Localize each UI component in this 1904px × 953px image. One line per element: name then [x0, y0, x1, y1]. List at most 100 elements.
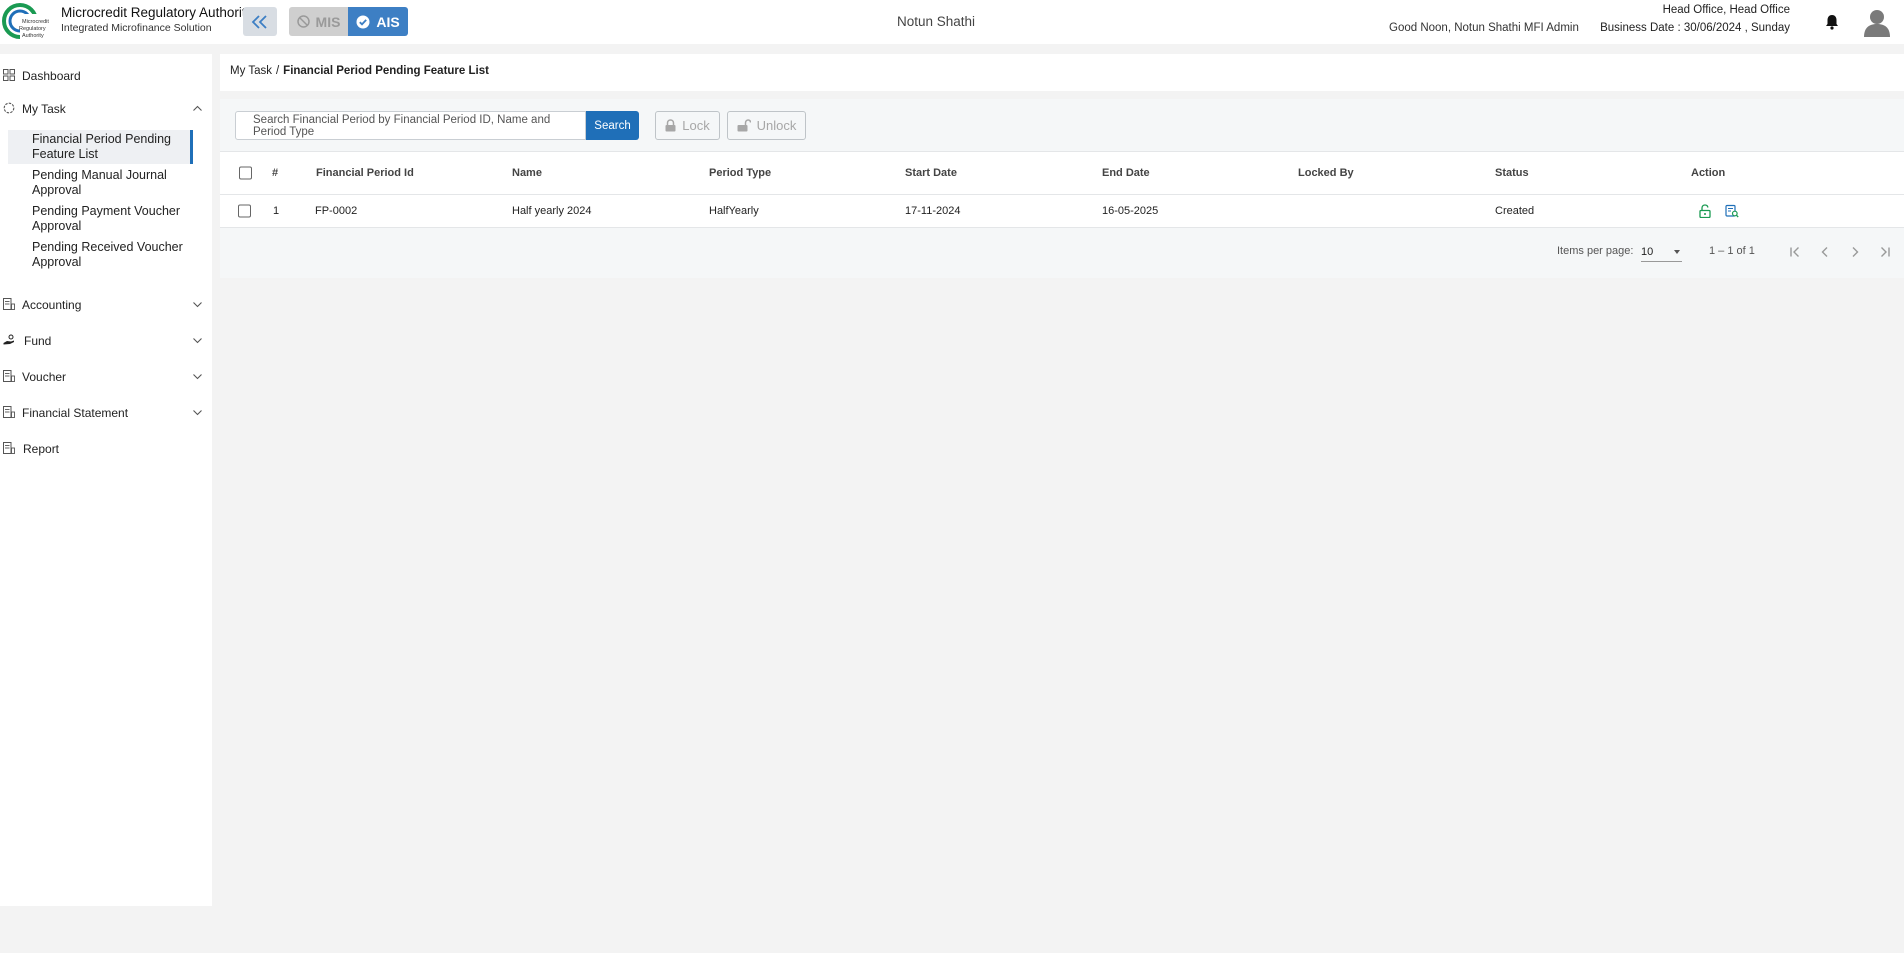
dropdown-caret-icon — [1674, 250, 1680, 254]
table-row[interactable]: 1 FP-0002 Half yearly 2024 HalfYearly 17… — [220, 195, 1904, 228]
sidebar-item-voucher[interactable]: Voucher — [0, 366, 212, 388]
sidebar-subitem-pending-manual-journal[interactable]: Pending Manual Journal Approval — [8, 168, 193, 197]
breadcrumb-bar: My Task / Financial Period Pending Feature… — [220, 54, 1904, 91]
mode-ais-button[interactable]: AIS — [348, 7, 408, 36]
column-header-period-type[interactable]: Period Type — [709, 167, 771, 179]
brand-subtitle: Integrated Microfinance Solution — [61, 22, 212, 34]
unlock-icon — [737, 119, 751, 132]
breadcrumb-current: Financial Period Pending Feature List — [283, 65, 489, 77]
sidebar: Dashboard My Task Financial Period Pendi… — [0, 54, 212, 906]
hand-coin-icon — [3, 334, 14, 345]
row-checkbox[interactable] — [238, 204, 251, 218]
column-header-action: Action — [1691, 167, 1726, 179]
report-icon — [3, 442, 15, 454]
unlock-label: Unlock — [756, 118, 797, 133]
chevron-down-icon — [193, 410, 202, 416]
select-all-checkbox[interactable] — [239, 166, 252, 180]
collapse-sidebar-button[interactable] — [243, 7, 277, 36]
mra-logo: Microcredit Regulatory Authority — [2, 3, 56, 40]
user-avatar-icon[interactable] — [1862, 7, 1892, 37]
chevron-up-icon — [193, 105, 202, 111]
check-circle-icon — [356, 15, 370, 28]
app-header: Microcredit Regulatory Authority Microcr… — [0, 0, 1904, 44]
lock-button[interactable]: Lock — [655, 111, 720, 140]
sidebar-item-dashboard[interactable]: Dashboard — [0, 65, 212, 87]
column-header-status[interactable]: Status — [1495, 167, 1529, 179]
row-index: 1 — [273, 205, 280, 217]
column-header-financial-period-id[interactable]: Financial Period Id — [316, 167, 414, 179]
previous-page-button[interactable] — [1813, 240, 1837, 264]
double-chevron-left-icon — [251, 14, 267, 29]
office-name: Head Office, Head Office — [1662, 4, 1790, 16]
svg-text:Microcredit: Microcredit — [22, 19, 49, 25]
sidebar-item-my-task[interactable]: My Task — [0, 98, 212, 120]
first-page-button[interactable] — [1783, 240, 1807, 264]
page-range-label: 1 – 1 of 1 — [1709, 245, 1755, 257]
items-per-page-select[interactable]: 10 — [1641, 242, 1682, 262]
chevron-right-icon — [1852, 247, 1859, 257]
sidebar-item-label: Fund — [24, 334, 52, 348]
breadcrumb-separator: / — [275, 65, 280, 77]
ledger-icon — [3, 298, 15, 310]
row-name: Half yearly 2024 — [512, 205, 592, 217]
unlock-button[interactable]: Unlock — [727, 111, 806, 140]
chevron-down-icon — [193, 374, 202, 380]
notification-bell-icon[interactable] — [1823, 13, 1841, 31]
row-status: Created — [1495, 205, 1535, 217]
column-header-end-date[interactable]: End Date — [1102, 167, 1150, 179]
chevron-left-icon — [1821, 247, 1828, 257]
sidebar-item-label: Financial Statement — [22, 406, 129, 420]
sidebar-item-label: Voucher — [22, 370, 67, 384]
brand-title: Microcredit Regulatory Authority — [61, 5, 253, 20]
search-input[interactable]: Search Financial Period by Financial Per… — [235, 111, 586, 140]
grid-icon — [3, 69, 15, 81]
list-toolbar: Search Financial Period by Financial Per… — [220, 99, 1904, 151]
sidebar-item-label: My Task — [22, 102, 66, 116]
chevron-down-icon — [193, 302, 202, 308]
sidebar-item-fund[interactable]: Fund — [0, 330, 212, 352]
svg-text:Regulatory: Regulatory — [19, 26, 46, 32]
sidebar-item-accounting[interactable]: Accounting — [0, 294, 212, 316]
row-period-type: HalfYearly — [709, 205, 759, 217]
lock-icon — [665, 119, 676, 132]
mode-mis-label: MIS — [315, 13, 341, 30]
statement-icon — [3, 406, 15, 418]
voucher-icon — [3, 370, 15, 382]
unlock-action-icon[interactable] — [1698, 204, 1712, 218]
business-date: Business Date : 30/06/2024 , Sunday — [1600, 22, 1790, 34]
loading-circle-icon — [3, 102, 15, 114]
column-header-name[interactable]: Name — [512, 167, 542, 179]
next-page-button[interactable] — [1843, 240, 1867, 264]
lock-label: Lock — [682, 118, 710, 133]
sidebar-item-financial-statement[interactable]: Financial Statement — [0, 402, 212, 424]
sidebar-item-label: Dashboard — [22, 69, 81, 83]
sidebar-subitem-pending-received-voucher[interactable]: Pending Received Voucher Approval — [8, 240, 193, 269]
row-start-date: 17-11-2024 — [905, 205, 961, 217]
last-page-button[interactable] — [1873, 240, 1897, 264]
mode-mis-button[interactable]: MIS — [289, 7, 348, 36]
row-financial-period-id: FP-0002 — [315, 205, 358, 217]
first-page-icon — [1790, 247, 1799, 257]
table-header: # Financial Period Id Name Period Type S… — [220, 151, 1904, 195]
sidebar-subitem-financial-period-pending[interactable]: Financial Period Pending Feature List — [8, 130, 193, 164]
chevron-down-icon — [193, 338, 202, 344]
column-header-start-date[interactable]: Start Date — [905, 167, 957, 179]
column-header-locked-by[interactable]: Locked By — [1298, 167, 1354, 179]
search-button[interactable]: Search — [586, 111, 639, 140]
disabled-icon — [296, 15, 310, 28]
sidebar-item-label: Accounting — [22, 298, 82, 312]
row-end-date: 16-05-2025 — [1102, 205, 1159, 217]
view-details-icon[interactable] — [1725, 204, 1739, 218]
sidebar-subitem-pending-payment-voucher[interactable]: Pending Payment Voucher Approval — [8, 204, 193, 233]
mode-ais-label: AIS — [376, 13, 400, 30]
last-page-icon — [1881, 247, 1890, 257]
sidebar-item-report[interactable]: Report — [0, 438, 212, 460]
paginator: Items per page: 10 1 – 1 of 1 — [220, 228, 1904, 278]
sidebar-item-label: Report — [23, 442, 60, 456]
breadcrumb-parent-link[interactable]: My Task — [230, 65, 272, 77]
organization-name: Notun Shathi — [897, 14, 976, 29]
user-greeting: Good Noon, Notun Shathi MFI Admin — [1389, 22, 1579, 34]
svg-text:Authority: Authority — [22, 33, 44, 39]
column-header-index: # — [272, 167, 279, 179]
items-per-page-value: 10 — [1641, 245, 1654, 258]
